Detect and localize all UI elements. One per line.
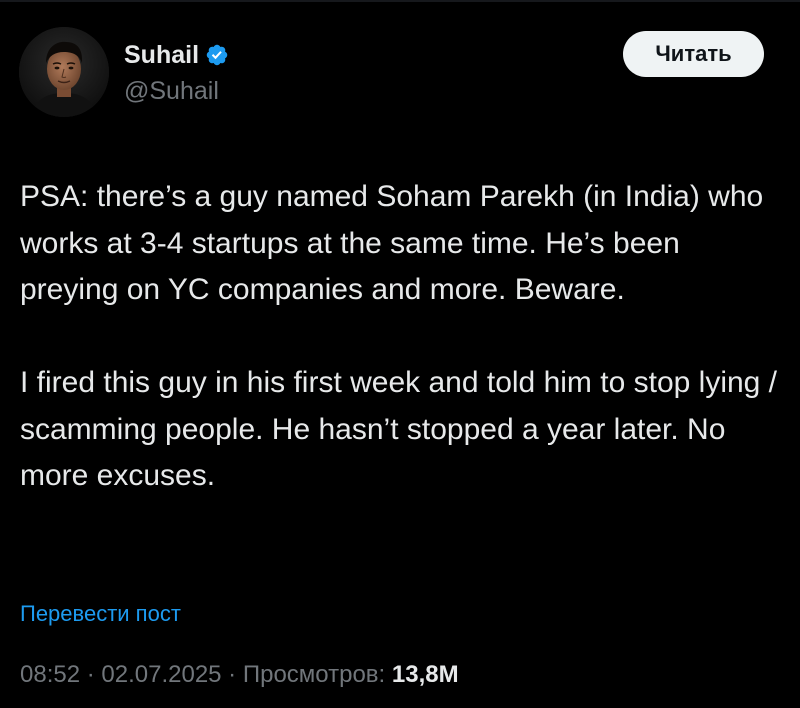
tweet-time[interactable]: 08:52 <box>20 661 80 688</box>
tweet-date[interactable]: 02.07.2025 <box>101 661 221 688</box>
tweet-paragraph: I fired this guy in his first week and t… <box>20 366 778 492</box>
views-count[interactable]: 13,8M <box>392 661 459 688</box>
author-name-row[interactable]: Suhail <box>124 40 229 70</box>
translate-post-link[interactable]: Перевести пост <box>20 599 181 629</box>
tweet-metadata: 08:52 · 02.07.2025 · Просмотров: 13,8M <box>20 659 459 691</box>
tweet-card: Suhail @Suhail Читать PSA: there’s a guy… <box>0 0 800 708</box>
tweet-paragraph: PSA: there’s a guy named Soham Parekh (i… <box>20 180 764 306</box>
author-display-name[interactable]: Suhail <box>124 40 199 70</box>
avatar-photo-icon <box>19 27 109 117</box>
verified-badge-icon <box>206 44 228 66</box>
meta-separator: · <box>80 661 102 688</box>
avatar[interactable] <box>19 27 109 117</box>
meta-separator: · <box>221 661 243 688</box>
author-handle[interactable]: @Suhail <box>124 76 219 106</box>
tweet-text: PSA: there’s a guy named Soham Parekh (i… <box>20 174 780 500</box>
read-button[interactable]: Читать <box>623 31 764 77</box>
views-label: Просмотров: <box>242 661 386 688</box>
